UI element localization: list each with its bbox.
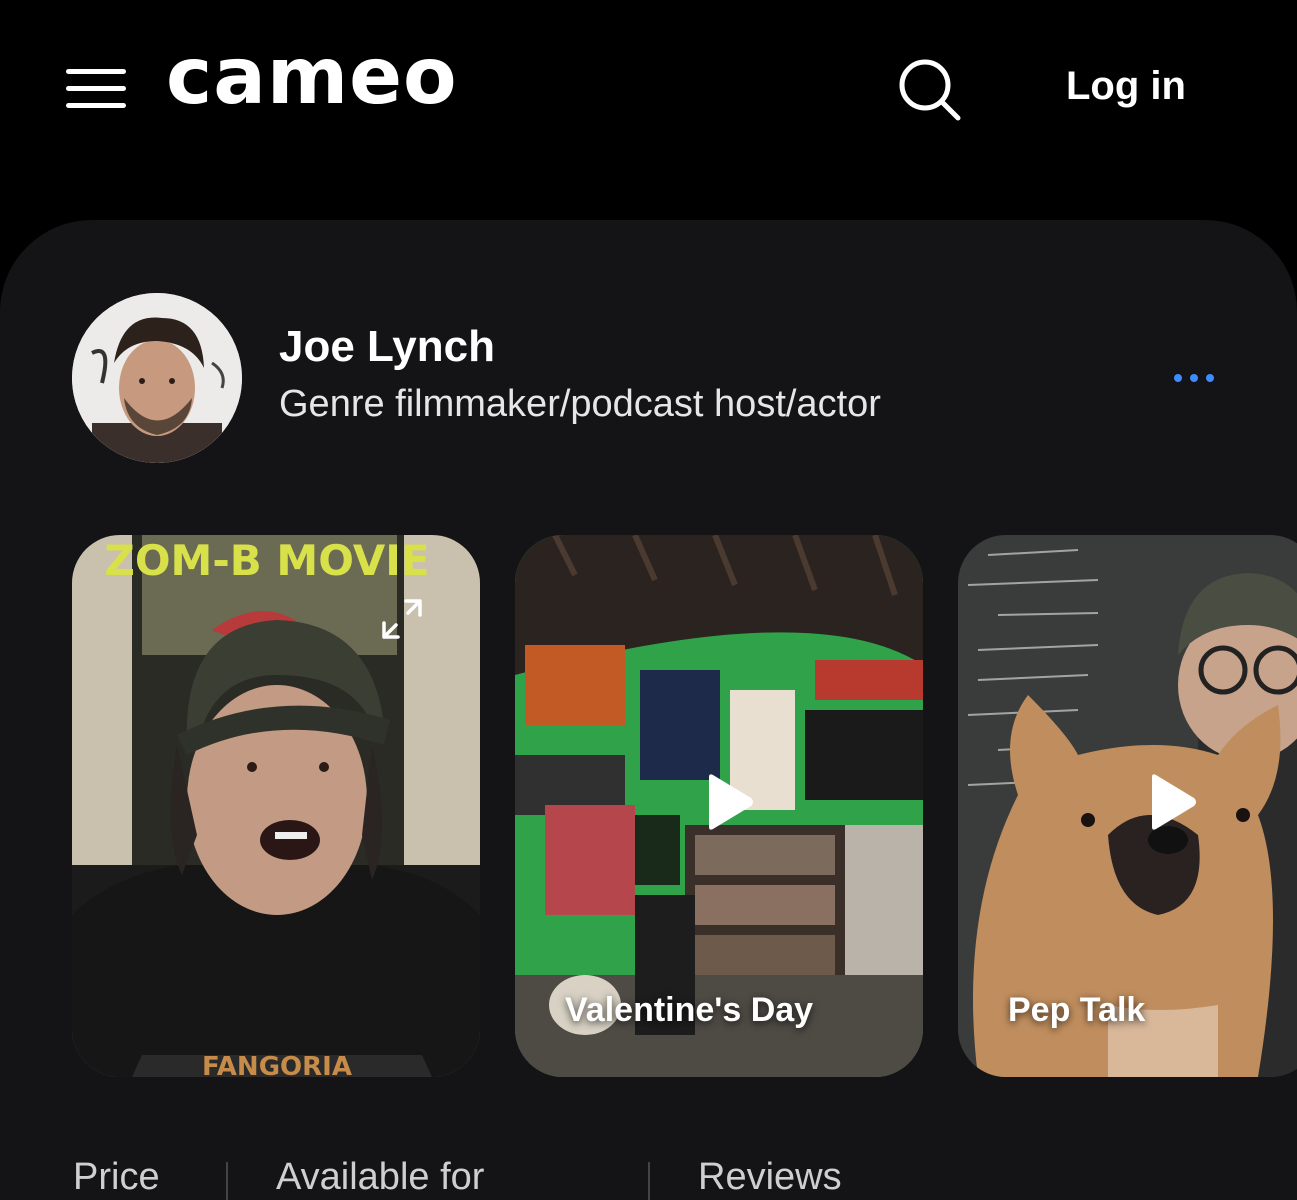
video-thumbnail-2[interactable]: Valentine's Day [515,535,923,1077]
divider [648,1162,650,1200]
login-button[interactable]: Log in [1066,64,1186,109]
poster-title: ZOM-B MOVIE [104,536,429,585]
cameo-logo[interactable]: cameo [166,38,458,116]
video-label: Valentine's Day [565,991,814,1029]
profile-tagline: Genre filmmaker/podcast host/actor [279,383,881,425]
play-icon[interactable] [701,771,757,833]
avatar[interactable] [72,293,242,463]
price-label: Price [73,1156,160,1198]
video-thumbnail-3[interactable]: Pep Talk [958,535,1297,1077]
svg-text:FANGORIA: FANGORIA [202,1052,352,1077]
expand-icon[interactable] [380,597,424,641]
reviews-label: Reviews [698,1156,842,1198]
available-for-label: Available for [276,1156,485,1198]
profile-stats-bar: Price Available for Reviews [0,1150,1297,1200]
hamburger-icon[interactable] [62,62,130,116]
profile-card: Joe Lynch Genre filmmaker/podcast host/a… [0,220,1297,1200]
top-navigation-bar: cameo Log in [0,0,1297,200]
profile-name: Joe Lynch [279,322,495,371]
play-icon[interactable] [1144,771,1200,833]
video-thumbnail-1[interactable]: ZOM-B MOVIE FANGORIA [72,535,480,1077]
video-label: Pep Talk [1008,991,1146,1029]
search-icon[interactable] [896,56,962,122]
more-horizontal-icon[interactable] [1168,368,1220,388]
divider [226,1162,228,1200]
